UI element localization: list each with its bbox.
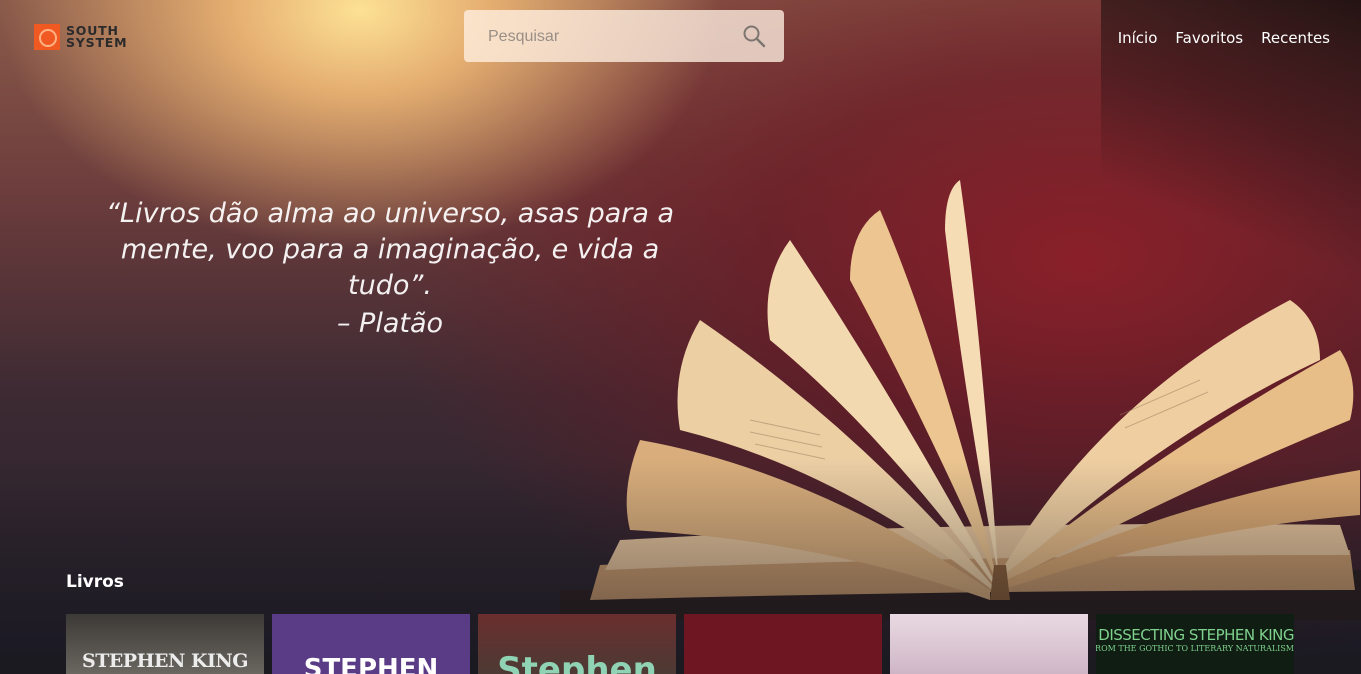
book-cover[interactable]: STEPHEN <box>272 614 470 674</box>
nav-link-recentes[interactable]: Recentes <box>1261 29 1330 47</box>
books-section-title: Livros <box>66 572 124 592</box>
search-box <box>464 10 784 62</box>
nav-link-inicio[interactable]: Início <box>1118 29 1158 47</box>
search-icon[interactable] <box>742 24 766 48</box>
book-cover[interactable]: DISSECTING STEPHEN KING FROM THE GOTHIC … <box>1096 614 1294 674</box>
search-input[interactable] <box>486 24 730 50</box>
quote-author: – Platão <box>336 308 444 339</box>
logo-line-2: SYSTEM <box>66 35 128 50</box>
quote-line-1: “Livros dão alma ao universo, asas para … <box>105 198 675 229</box>
nav-link-favoritos[interactable]: Favoritos <box>1175 29 1243 47</box>
book-cover-title: STEPHEN <box>303 654 439 674</box>
book-cover[interactable] <box>890 614 1088 674</box>
book-cover-title: DISSECTING STEPHEN KING <box>1098 626 1294 644</box>
quote-line-2: mente, voo para a imaginação, e vida a t… <box>120 234 660 301</box>
book-cover[interactable] <box>684 614 882 674</box>
book-cover[interactable]: Stephen <box>478 614 676 674</box>
book-cover[interactable]: STEPHEN KING <box>66 614 264 674</box>
hero-quote: “Livros dão alma ao universo, asas para … <box>80 196 700 304</box>
book-cover-title: STEPHEN KING <box>81 650 249 672</box>
book-carousel: STEPHEN KING STEPHEN Stephen DISSECTING … <box>66 614 1294 674</box>
book-cover-title: Stephen <box>497 650 657 674</box>
logo-text: SOUTH SYSTEM <box>66 24 128 50</box>
book-cover-subtitle: FROM THE GOTHIC TO LITERARY NATURALISM <box>1096 644 1294 653</box>
logo-icon <box>34 24 60 50</box>
top-nav: Início Favoritos Recentes <box>1118 29 1330 47</box>
brand-logo[interactable]: SOUTH SYSTEM <box>34 24 127 50</box>
